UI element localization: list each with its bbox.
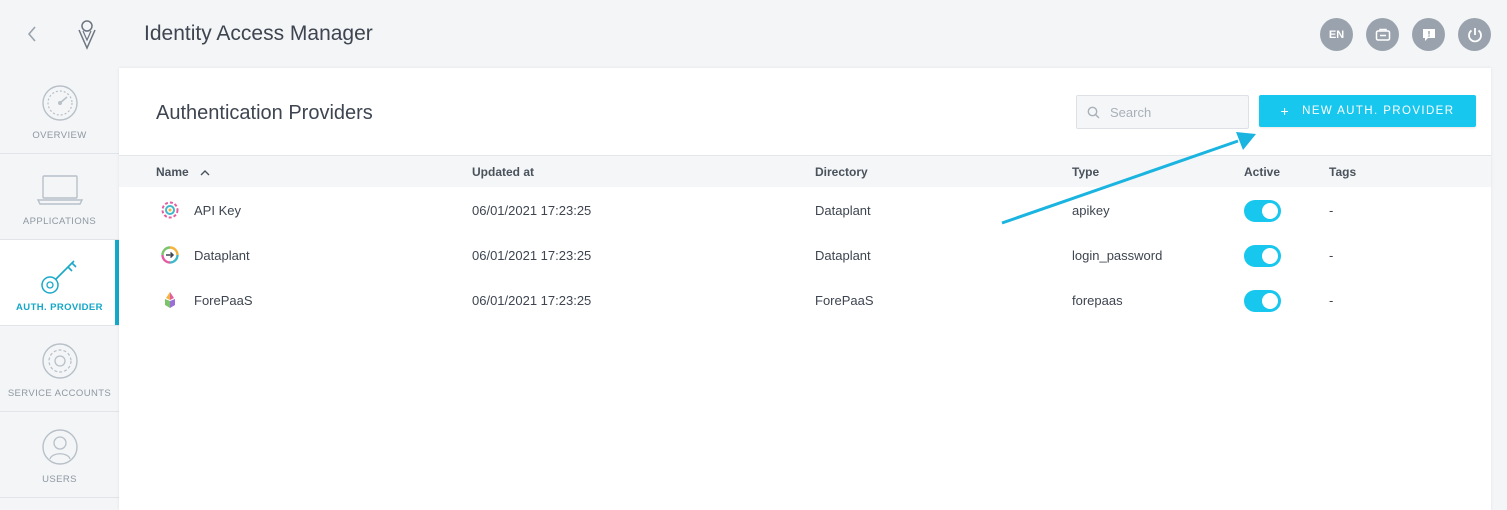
provider-type: apikey bbox=[1072, 203, 1110, 218]
toggle-knob bbox=[1262, 248, 1278, 264]
new-auth-provider-button[interactable]: + NEW AUTH. PROVIDER bbox=[1259, 95, 1476, 127]
active-toggle[interactable] bbox=[1244, 245, 1281, 267]
active-toggle[interactable] bbox=[1244, 200, 1281, 222]
laptop-icon bbox=[36, 175, 83, 205]
toggle-knob bbox=[1262, 203, 1278, 219]
ticket-icon bbox=[1375, 28, 1390, 41]
language-button[interactable]: EN bbox=[1320, 18, 1353, 51]
sidebar-item-label: SERVICE ACCOUNTS bbox=[7, 388, 112, 399]
sidebar-item-applications[interactable]: APPLICATIONS bbox=[0, 154, 119, 240]
sidebar-item-overview[interactable]: OVERVIEW bbox=[0, 68, 119, 154]
sidebar-item-label: USERS bbox=[42, 474, 77, 485]
provider-type: login_password bbox=[1072, 248, 1163, 263]
service-gear-icon bbox=[41, 343, 78, 379]
logout-button[interactable] bbox=[1458, 18, 1491, 51]
column-name-header[interactable]: Name bbox=[156, 165, 210, 179]
updated-at: 06/01/2021 17:23:25 bbox=[472, 248, 592, 263]
tags: - bbox=[1329, 203, 1334, 218]
main-panel: Authentication Providers + NEW AUTH. PRO… bbox=[119, 68, 1491, 510]
directory: Dataplant bbox=[815, 203, 871, 218]
search-box[interactable] bbox=[1076, 95, 1249, 129]
updated-at: 06/01/2021 17:23:25 bbox=[472, 293, 592, 308]
power-icon bbox=[1467, 27, 1482, 42]
directory: Dataplant bbox=[815, 248, 871, 263]
column-updated-header[interactable]: Updated at bbox=[472, 165, 534, 179]
feedback-button[interactable] bbox=[1412, 18, 1445, 51]
dataplant-provider-icon bbox=[161, 246, 179, 264]
updated-at: 06/01/2021 17:23:25 bbox=[472, 203, 592, 218]
column-active-header[interactable]: Active bbox=[1244, 165, 1280, 179]
provider-name: ForePaaS bbox=[194, 293, 253, 308]
new-auth-provider-label: NEW AUTH. PROVIDER bbox=[1302, 105, 1455, 117]
top-bar: Identity Access Manager EN bbox=[0, 0, 1507, 68]
active-toggle[interactable] bbox=[1244, 290, 1281, 312]
sidebar-item-label: APPLICATIONS bbox=[22, 216, 97, 227]
support-ticket-button[interactable] bbox=[1366, 18, 1399, 51]
table-row[interactable]: ForePaaS 06/01/2021 17:23:25 ForePaaS fo… bbox=[119, 278, 1491, 323]
sort-ascending-icon[interactable] bbox=[200, 169, 210, 176]
table-row[interactable]: API Key 06/01/2021 17:23:25 Dataplant ap… bbox=[119, 188, 1491, 233]
top-actions: EN bbox=[1320, 18, 1491, 51]
directory: ForePaaS bbox=[815, 293, 874, 308]
logo-icon bbox=[76, 18, 98, 50]
column-directory-header[interactable]: Directory bbox=[815, 165, 868, 179]
provider-type: forepaas bbox=[1072, 293, 1123, 308]
sidebar-item-users[interactable]: USERS bbox=[0, 412, 119, 498]
column-tags-header[interactable]: Tags bbox=[1329, 165, 1356, 179]
tags: - bbox=[1329, 248, 1334, 263]
sidebar-item-service-accounts[interactable]: SERVICE ACCOUNTS bbox=[0, 326, 119, 412]
sidebar: OVERVIEW APPLICATIONS AUTH. PROVIDER SER… bbox=[0, 68, 119, 510]
app-title: Identity Access Manager bbox=[144, 22, 373, 45]
search-icon bbox=[1087, 106, 1100, 118]
column-type-header[interactable]: Type bbox=[1072, 165, 1099, 179]
user-avatar-icon bbox=[41, 429, 78, 465]
toggle-knob bbox=[1262, 293, 1278, 309]
page-title: Authentication Providers bbox=[156, 102, 373, 124]
api-key-provider-icon bbox=[161, 201, 179, 219]
search-input[interactable] bbox=[1110, 104, 1240, 120]
sidebar-item-label: AUTH. PROVIDER bbox=[16, 302, 103, 313]
chat-alert-icon bbox=[1422, 28, 1435, 41]
tags: - bbox=[1329, 293, 1334, 308]
back-chevron-icon[interactable] bbox=[22, 22, 42, 46]
sidebar-item-label: OVERVIEW bbox=[32, 130, 87, 141]
column-label: Name bbox=[156, 165, 189, 179]
table-header: Name Updated at Directory Type Active Ta… bbox=[119, 155, 1491, 187]
key-icon bbox=[40, 260, 77, 294]
provider-name: Dataplant bbox=[194, 248, 250, 263]
dashboard-gauge-icon bbox=[41, 85, 78, 121]
forepaas-provider-icon bbox=[165, 292, 175, 308]
provider-name: API Key bbox=[194, 203, 241, 218]
sidebar-item-auth-provider[interactable]: AUTH. PROVIDER bbox=[0, 240, 119, 326]
table-row[interactable]: Dataplant 06/01/2021 17:23:25 Dataplant … bbox=[119, 233, 1491, 278]
plus-icon: + bbox=[1280, 103, 1291, 119]
